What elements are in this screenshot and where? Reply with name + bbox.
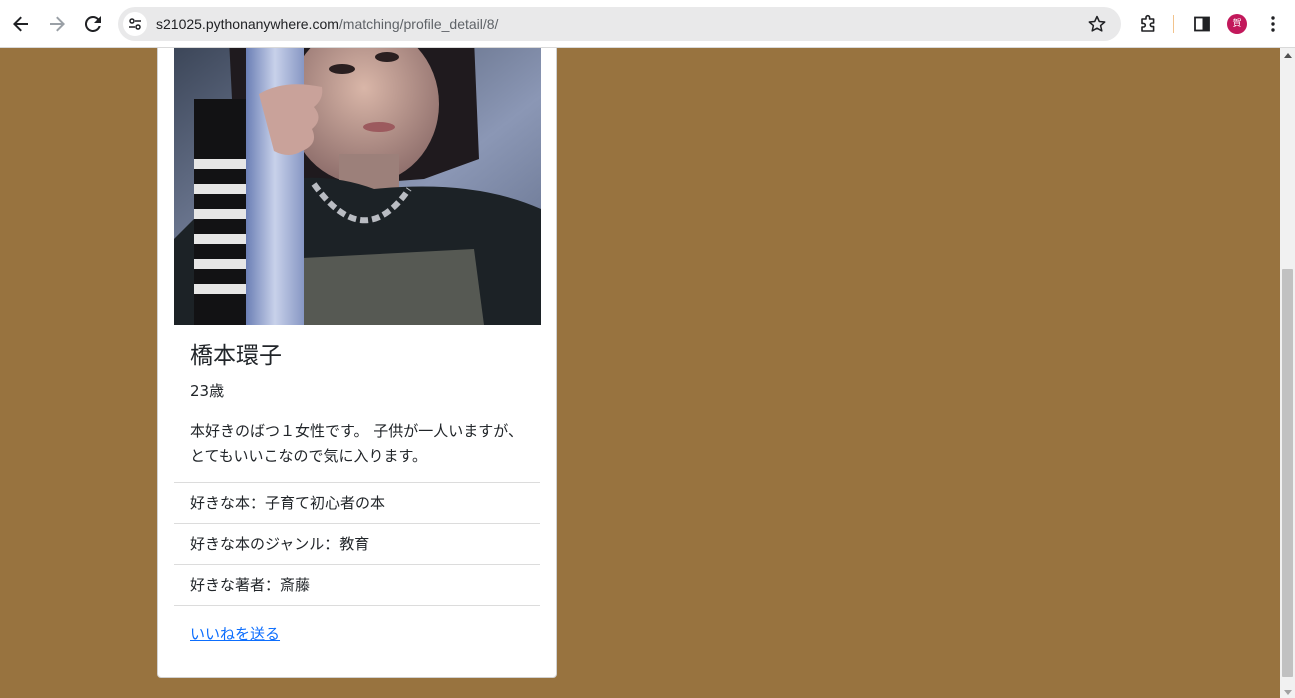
reload-icon — [85, 16, 101, 32]
site-info-button[interactable] — [123, 12, 147, 36]
list-item-favorite-book: 好きな本：子育て初心者の本 — [174, 483, 540, 524]
profile-intro: 本好きのばつ１女性です。 子供が一人いますが、とてもいいこなので気に入ります。 — [190, 422, 523, 465]
toolbar-divider — [1173, 15, 1174, 33]
side-panel-icon — [1194, 16, 1210, 32]
profile-age: 23歳 — [190, 382, 225, 400]
send-like-link[interactable]: いいねを送る — [190, 624, 280, 644]
scroll-up-arrow-icon[interactable] — [1284, 53, 1292, 58]
url-path: /matching/profile_detail/8/ — [338, 16, 499, 32]
profile-name: 橋本環子 — [190, 343, 282, 369]
kebab-menu-icon — [1271, 16, 1275, 32]
forward-button[interactable] — [45, 12, 69, 36]
profile-avatar[interactable]: 賀 — [1227, 14, 1247, 34]
profile-photo — [174, 48, 541, 325]
scroll-down-arrow-icon[interactable] — [1284, 690, 1292, 695]
bookmark-star-icon — [1088, 15, 1106, 32]
site-info-icon — [129, 18, 141, 30]
page-scrollbar[interactable] — [1280, 48, 1295, 698]
page-viewport: 橋本環子 23歳 本好きのばつ１女性です。 子供が一人いますが、とてもいいこなの… — [0, 48, 1295, 698]
extensions-button[interactable] — [1136, 12, 1160, 36]
reload-button[interactable] — [81, 12, 105, 36]
url-text[interactable]: s21025.pythonanywhere.com/matching/profi… — [156, 15, 498, 33]
profile-photo-image — [174, 48, 541, 325]
list-item-favorite-author: 好きな著者：斎藤 — [174, 565, 540, 606]
url-host: s21025.pythonanywhere.com — [156, 16, 339, 32]
back-button[interactable] — [9, 12, 33, 36]
profile-details-list: 好きな本：子育て初心者の本 好きな本のジャンル：教育 好きな著者：斎藤 — [174, 482, 540, 606]
extensions-icon — [1141, 14, 1155, 32]
bookmark-button[interactable] — [1087, 14, 1107, 34]
profile-card: 橋本環子 23歳 本好きのばつ１女性です。 子供が一人いますが、とてもいいこなの… — [157, 48, 557, 678]
scrollbar-thumb[interactable] — [1282, 269, 1293, 677]
side-panel-button[interactable] — [1190, 12, 1214, 36]
forward-icon — [50, 16, 65, 32]
browser-toolbar: s21025.pythonanywhere.com/matching/profi… — [0, 0, 1295, 48]
back-icon — [13, 16, 28, 32]
list-item-favorite-genre: 好きな本のジャンル：教育 — [174, 524, 540, 565]
browser-menu-button[interactable] — [1261, 12, 1285, 36]
address-bar[interactable]: s21025.pythonanywhere.com/matching/profi… — [118, 7, 1121, 41]
